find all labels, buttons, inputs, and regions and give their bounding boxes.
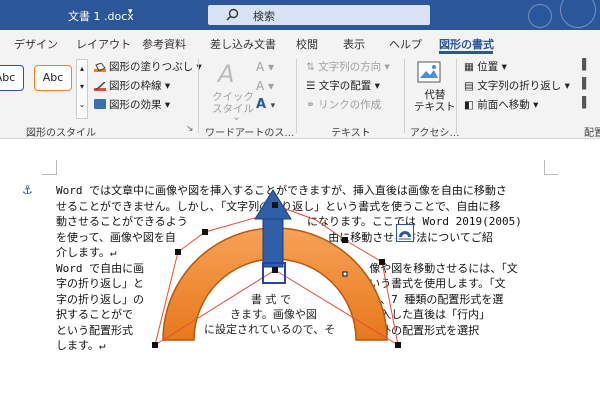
shape-text-line: きます。画像や図	[230, 306, 317, 322]
arc-shape-canvas	[152, 189, 401, 348]
shape-text-line: 書 式 で	[251, 291, 291, 307]
shape-overlay: ⚓ 書 式 で きます。画像や図 に設定されているので、そ	[0, 0, 600, 400]
layout-options-icon[interactable]	[396, 224, 414, 242]
shape-text-line: に設定されているので、そ	[204, 321, 336, 337]
